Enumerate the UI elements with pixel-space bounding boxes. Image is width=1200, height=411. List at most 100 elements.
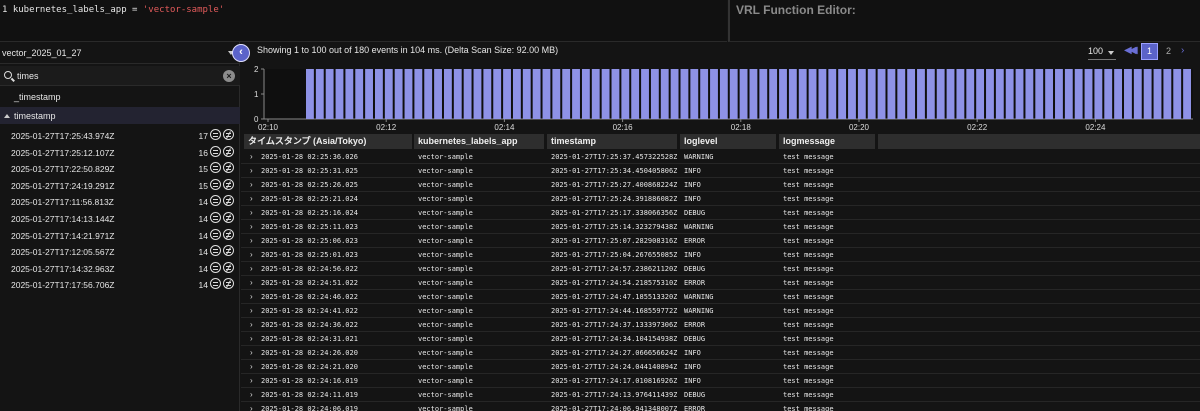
histogram-bar [995, 69, 1004, 119]
chevron-right-icon[interactable]: › [250, 195, 253, 203]
next-page-icon[interactable]: › [1181, 45, 1184, 56]
collapse-sidebar-button[interactable]: ‹ [232, 44, 250, 62]
table-row[interactable]: › 2025-01-28 02:24:36.022 vector-sample 202… [241, 318, 1200, 332]
chevron-right-icon[interactable]: › [250, 279, 253, 287]
column-header-kubernetes-labels-app[interactable]: kubernetes_labels_app [414, 134, 544, 149]
chevron-down-icon[interactable] [1108, 51, 1114, 55]
cell-kubernetes-labels-app: vector-sample [418, 405, 473, 411]
include-filter-icon[interactable] [210, 129, 221, 140]
include-filter-icon[interactable] [210, 212, 221, 223]
chevron-right-icon[interactable]: › [250, 363, 253, 371]
exclude-filter-icon[interactable] [223, 129, 234, 140]
chevron-right-icon[interactable]: › [250, 153, 253, 161]
field-value: 2025-01-27T17:22:50.829Z [11, 164, 115, 175]
chevron-right-icon[interactable]: › [250, 237, 253, 245]
per-page-select[interactable]: 100 [1088, 46, 1103, 56]
table-row[interactable]: › 2025-01-28 02:25:16.024 vector-sample 202… [241, 206, 1200, 220]
column-header-loglevel[interactable]: loglevel [680, 134, 776, 149]
chevron-right-icon[interactable]: › [250, 167, 253, 175]
exclude-filter-icon[interactable] [223, 178, 234, 190]
histogram-bar [1045, 69, 1054, 119]
histogram-bar [641, 69, 649, 119]
page-button-1[interactable]: 1 [1141, 43, 1158, 60]
include-filter-icon[interactable] [210, 145, 221, 157]
chevron-right-icon[interactable]: › [250, 377, 253, 385]
chevron-right-icon[interactable]: › [250, 181, 253, 189]
cell-logmessage: test message [783, 349, 834, 357]
exclude-filter-icon[interactable] [223, 228, 234, 240]
table-row[interactable]: › 2025-01-28 02:25:26.025 vector-sample 202… [241, 178, 1200, 192]
chevron-right-icon[interactable]: › [250, 223, 253, 231]
table-row[interactable]: › 2025-01-28 02:24:11.019 vector-sample 202… [241, 388, 1200, 402]
table-row[interactable]: › 2025-01-28 02:25:11.023 vector-sample 202… [241, 220, 1200, 234]
table-row[interactable]: › 2025-01-28 02:25:36.026 vector-sample 202… [241, 150, 1200, 164]
chevron-right-icon[interactable]: › [250, 391, 253, 399]
table-row[interactable]: › 2025-01-28 02:24:46.022 vector-sample 202… [241, 290, 1200, 304]
prev-page-icon[interactable]: ◀ [1130, 45, 1138, 56]
table-row[interactable]: › 2025-01-28 02:24:16.019 vector-sample 202… [241, 374, 1200, 388]
stream-select[interactable]: vector_2025_01_27 [0, 42, 240, 64]
column-header-logmessage[interactable]: logmessage [779, 134, 875, 149]
table-row[interactable]: › 2025-01-28 02:25:31.025 vector-sample 202… [241, 164, 1200, 178]
cell-logmessage: test message [783, 363, 834, 371]
chevron-right-icon[interactable]: › [250, 349, 253, 357]
chevron-right-icon[interactable]: › [250, 405, 253, 411]
chevron-right-icon[interactable]: › [250, 307, 253, 315]
include-filter-icon[interactable] [210, 261, 221, 273]
exclude-filter-icon[interactable] [223, 212, 234, 223]
x-tick-label: 02:20 [849, 123, 870, 132]
exclude-filter-icon[interactable] [223, 162, 234, 174]
include-filter-icon[interactable] [210, 278, 221, 290]
exclude-filter-icon[interactable] [223, 145, 234, 157]
field-value-count: 14 [198, 247, 208, 258]
field-item-timestamp[interactable]: _timestamp [0, 88, 240, 105]
histogram-bar [966, 69, 975, 119]
page-button-2[interactable]: 2 [1160, 43, 1177, 60]
query-line[interactable]: 1 kubernetes_labels_app = 'vector-sample… [2, 5, 224, 15]
query-editor[interactable]: 1 kubernetes_labels_app = 'vector-sample… [0, 0, 727, 42]
table-row[interactable]: › 2025-01-28 02:25:01.023 vector-sample 202… [241, 248, 1200, 262]
cell-timestamp-tokyo: 2025-01-28 02:25:11.023 [261, 223, 358, 231]
field-item-timestamp[interactable]: timestamp [0, 107, 240, 124]
include-filter-icon[interactable] [210, 245, 221, 257]
chevron-up-icon[interactable] [4, 114, 10, 118]
table-row[interactable]: › 2025-01-28 02:24:06.019 vector-sample 202… [241, 402, 1200, 411]
cell-timestamp-tokyo: 2025-01-28 02:24:51.022 [261, 279, 358, 287]
table-row[interactable]: › 2025-01-28 02:24:21.020 vector-sample 202… [241, 360, 1200, 374]
table-row[interactable]: › 2025-01-28 02:24:26.020 vector-sample 202… [241, 346, 1200, 360]
column-header-timestamp[interactable]: timestamp [547, 134, 677, 149]
include-filter-icon[interactable] [210, 228, 221, 240]
table-row[interactable]: › 2025-01-28 02:25:06.023 vector-sample 202… [241, 234, 1200, 248]
histogram-bar [650, 69, 659, 119]
histogram-bar [542, 69, 551, 119]
table-row[interactable]: › 2025-01-28 02:24:56.022 vector-sample 202… [241, 262, 1200, 276]
table-row[interactable]: › 2025-01-28 02:24:51.022 vector-sample 202… [241, 276, 1200, 290]
include-filter-icon[interactable] [210, 195, 221, 207]
chevron-right-icon[interactable]: › [250, 335, 253, 343]
chevron-right-icon[interactable]: › [250, 251, 253, 259]
column-header-timestamp-tokyo[interactable]: タイムスタンプ (Asia/Tokyo) [244, 134, 412, 149]
cell-loglevel: ERROR [684, 321, 706, 329]
exclude-filter-icon[interactable] [223, 261, 234, 273]
chevron-right-icon[interactable]: › [250, 209, 253, 217]
cell-kubernetes-labels-app: vector-sample [418, 153, 473, 161]
table-row[interactable]: › 2025-01-28 02:24:41.022 vector-sample 202… [241, 304, 1200, 318]
exclude-filter-icon[interactable] [223, 278, 234, 290]
clear-icon[interactable]: × [223, 70, 235, 82]
table-row[interactable]: › 2025-01-28 02:24:31.021 vector-sample 202… [241, 332, 1200, 346]
table-row[interactable]: › 2025-01-28 02:25:21.024 vector-sample 202… [241, 192, 1200, 206]
chevron-right-icon[interactable]: › [250, 265, 253, 273]
include-filter-icon[interactable] [210, 162, 221, 174]
histogram-bar [1114, 69, 1123, 119]
vrl-editor[interactable]: VRL Function Editor: [728, 0, 1200, 42]
exclude-filter-icon[interactable] [223, 195, 234, 207]
cell-kubernetes-labels-app: vector-sample [418, 321, 473, 329]
field-value-count: 16 [198, 147, 208, 158]
include-filter-icon[interactable] [210, 178, 221, 190]
histogram-bar [374, 69, 383, 119]
chevron-right-icon[interactable]: › [250, 321, 253, 329]
chevron-right-icon[interactable]: › [250, 293, 253, 301]
field-search-input[interactable] [17, 69, 217, 83]
exclude-filter-icon[interactable] [223, 245, 234, 257]
cell-timestamp: 2025-01-27T17:25:27.400868224Z [551, 181, 678, 189]
